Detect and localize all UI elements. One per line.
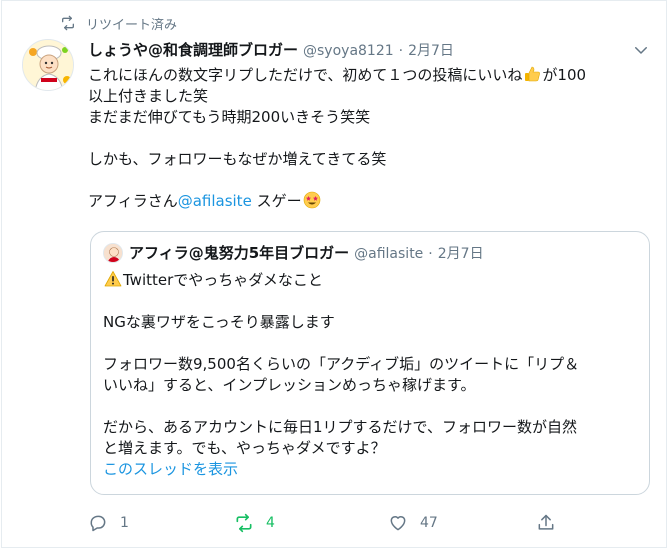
chef-avatar-icon	[23, 40, 73, 90]
retweet-banner: リツイート済み	[60, 13, 177, 33]
tweet-header: しょうや@和食調理師ブロガー @syoya8121 · 2月7日	[88, 39, 454, 61]
tweet-line: 以上付きました笑	[88, 87, 209, 105]
quoted-line: だから、あるアカウントに毎日1リプするだけで、フォロワー数が自然	[103, 418, 577, 436]
retweet-banner-label: リツイート済み	[86, 17, 178, 33]
retweet-button[interactable]: 4	[234, 509, 275, 537]
tweet-line: アフィラさん@afilasite スゲー	[88, 191, 628, 212]
author-name[interactable]: しょうや@和食調理師ブロガー	[88, 39, 298, 60]
mention-link[interactable]: @afilasite	[178, 192, 252, 210]
quoted-line: このスレッドを表示	[103, 459, 639, 480]
tweet-text: これにほんの数文字リプしただけで、初めて１つの投稿にいいね が100 以上付きまし…	[88, 65, 628, 212]
tweet-line: まだまだ伸びてもう時期200いきそう笑笑	[88, 108, 371, 126]
quoted-header: アフィラ@鬼努力5年目ブロガー @afilasite · 2月7日	[129, 242, 484, 264]
warning-emoji-icon	[104, 270, 122, 288]
quoted-line: と増えます。でも、やっちゃダメですよ？	[103, 439, 386, 457]
header-separator: ·	[398, 43, 404, 59]
like-button[interactable]: 47	[388, 509, 438, 537]
tweet-card[interactable]: リツイート済み しょうや@和食調理師ブロガー @syoya8121 · 2月7日…	[1, 0, 667, 548]
retweet-icon	[62, 15, 74, 31]
quoted-line: フォロワー数9,500名くらいの「アクディブ垢」のツイートに「リプ＆	[103, 355, 580, 373]
tweet-date[interactable]: 2月7日	[408, 40, 454, 60]
retweet-icon	[236, 513, 252, 533]
quoted-line: NGな裏ワザをこっそり暴露します	[103, 313, 335, 331]
tweet-line: これにほんの数文字リプしただけで、初めて１つの投稿にいいね が100	[88, 65, 587, 84]
quoted-date: 2月7日	[437, 246, 484, 262]
quoted-line: いいね」すると、インプレッションめっちゃ稼げます。	[103, 376, 476, 394]
blogger-avatar-icon	[104, 244, 122, 262]
quoted-author-handle: @afilasite	[354, 246, 424, 262]
reply-count: 1	[120, 515, 129, 531]
quoted-author-name: アフィラ@鬼努力5年目ブロガー	[129, 244, 350, 262]
quoted-author-avatar	[103, 243, 123, 263]
star-struck-emoji-icon	[303, 191, 321, 209]
author-handle[interactable]: @syoya8121	[303, 43, 394, 59]
reply-icon	[90, 515, 106, 532]
chevron-down-icon[interactable]	[632, 41, 650, 59]
retweet-count: 4	[266, 515, 275, 531]
tweet-line: しかも、フォロワーもなぜか増えてきてる笑	[88, 150, 387, 168]
quoted-tweet[interactable]: アフィラ@鬼努力5年目ブロガー @afilasite · 2月7日 Twitte…	[90, 231, 650, 495]
author-avatar[interactable]	[22, 39, 74, 91]
quoted-line: Twitterでやっちゃダメなこと	[103, 270, 639, 291]
show-thread-link[interactable]: このスレッドを表示	[103, 460, 238, 478]
like-count: 47	[420, 515, 438, 531]
tweet-actions: 1 4 47	[88, 509, 588, 537]
thumbs-up-emoji-icon	[523, 65, 541, 83]
share-button[interactable]	[536, 509, 556, 537]
quoted-header-separator: ·	[428, 246, 433, 262]
heart-icon	[390, 516, 406, 531]
share-icon	[538, 514, 554, 530]
quoted-text: Twitterでやっちゃダメなこと NGな裏ワザをこっそり暴露します フォロワー…	[103, 270, 639, 480]
reply-button[interactable]: 1	[88, 509, 129, 537]
